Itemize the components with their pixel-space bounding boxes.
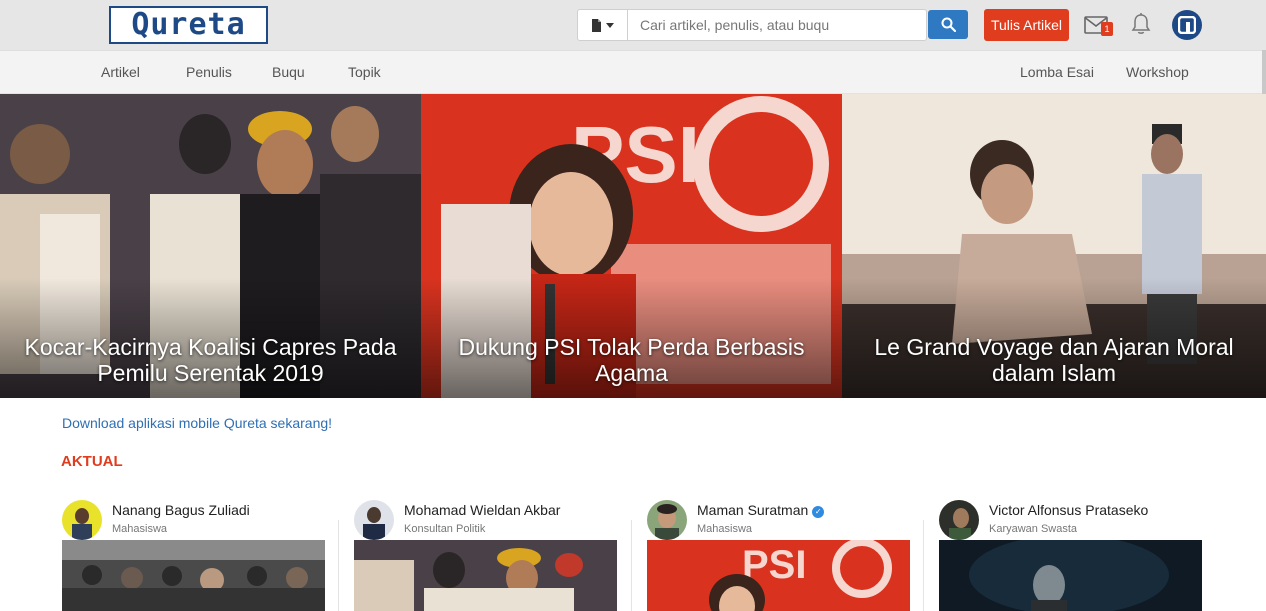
user-avatar[interactable] — [1172, 10, 1202, 40]
section-title-aktual[interactable]: AKTUAL — [61, 453, 123, 470]
article-thumbnail[interactable] — [62, 540, 325, 611]
author-name[interactable]: Nanang Bagus Zuliadi — [112, 502, 250, 518]
author-role: Mahasiswa — [697, 523, 753, 535]
article-card-1[interactable]: Nanang Bagus Zuliadi Mahasiswa — [62, 498, 332, 611]
card-divider — [923, 520, 924, 611]
download-app-suffix: ! — [328, 415, 333, 431]
bell-icon[interactable] — [1130, 12, 1152, 36]
author-role: Karyawan Swasta — [989, 523, 1078, 535]
card-divider — [338, 520, 339, 611]
author-name[interactable]: Mohamad Wieldan Akbar — [404, 502, 560, 518]
search-bar — [577, 9, 927, 41]
article-card-2[interactable]: Mohamad Wieldan Akbar Konsultan Politik — [354, 498, 624, 611]
top-bar: Qureta Tulis Artikel 1 — [0, 0, 1266, 50]
article-thumbnail[interactable]: PSI — [647, 540, 910, 611]
main-nav: Artikel Penulis Buqu Topik Lomba Esai Wo… — [0, 50, 1262, 94]
scrollbar[interactable] — [1262, 50, 1266, 100]
mail-badge: 1 — [1101, 22, 1113, 36]
verified-badge-icon: ✓ — [812, 506, 825, 518]
author-avatar[interactable] — [647, 500, 687, 540]
search-type-dropdown[interactable] — [577, 9, 628, 41]
author-role: Konsultan Politik — [404, 523, 486, 535]
author-name-text[interactable]: Maman Suratman — [697, 502, 808, 518]
author-avatar[interactable] — [354, 500, 394, 540]
hero-title-2[interactable]: Dukung PSI Tolak Perda Berbasis Agama — [421, 334, 842, 386]
search-button[interactable] — [928, 10, 968, 39]
download-app-text: Download aplikasi mobile Qureta sekarang… — [62, 415, 332, 431]
card-divider — [631, 520, 632, 611]
hero-article-2[interactable]: PSI Dukung PSI Tolak Perda Berbasis Agam… — [421, 94, 842, 398]
nav-item-topik[interactable]: Topik — [348, 64, 381, 80]
article-card-3[interactable]: Maman Suratman ✓ Mahasiswa PSI — [647, 498, 917, 611]
nav-item-workshop[interactable]: Workshop — [1126, 64, 1189, 80]
author-role: Mahasiswa — [112, 523, 168, 535]
search-input[interactable] — [628, 9, 927, 41]
qureta-mark-icon — [1178, 16, 1196, 34]
article-thumbnail[interactable] — [354, 540, 617, 611]
download-app-link[interactable]: Download aplikasi mobile Qureta sekarang — [62, 415, 328, 431]
nav-item-lomba-esai[interactable]: Lomba Esai — [1020, 64, 1094, 80]
write-article-button[interactable]: Tulis Artikel — [984, 9, 1069, 41]
hero-title-3[interactable]: Le Grand Voyage dan Ajaran Moral dalam I… — [842, 334, 1266, 386]
nav-item-buqu[interactable]: Buqu — [272, 64, 305, 80]
logo-text: Qureta — [131, 7, 246, 42]
search-icon — [941, 17, 956, 32]
author-avatar[interactable] — [62, 500, 102, 540]
qureta-logo[interactable]: Qureta — [109, 6, 268, 44]
caret-down-icon — [606, 22, 614, 28]
document-icon — [592, 18, 601, 32]
article-thumbnail[interactable] — [939, 540, 1202, 611]
author-name[interactable]: Victor Alfonsus Prataseko — [989, 502, 1148, 518]
nav-item-penulis[interactable]: Penulis — [186, 64, 232, 80]
hero-title-1[interactable]: Kocar-Kacirnya Koalisi Capres Pada Pemil… — [0, 334, 421, 386]
hero-article-3[interactable]: Le Grand Voyage dan Ajaran Moral dalam I… — [842, 94, 1266, 398]
hero-article-1[interactable]: Kocar-Kacirnya Koalisi Capres Pada Pemil… — [0, 94, 421, 398]
article-card-4[interactable]: Victor Alfonsus Prataseko Karyawan Swast… — [939, 498, 1209, 611]
author-name[interactable]: Maman Suratman ✓ — [697, 502, 825, 518]
nav-item-artikel[interactable]: Artikel — [101, 64, 140, 80]
author-avatar[interactable] — [939, 500, 979, 540]
